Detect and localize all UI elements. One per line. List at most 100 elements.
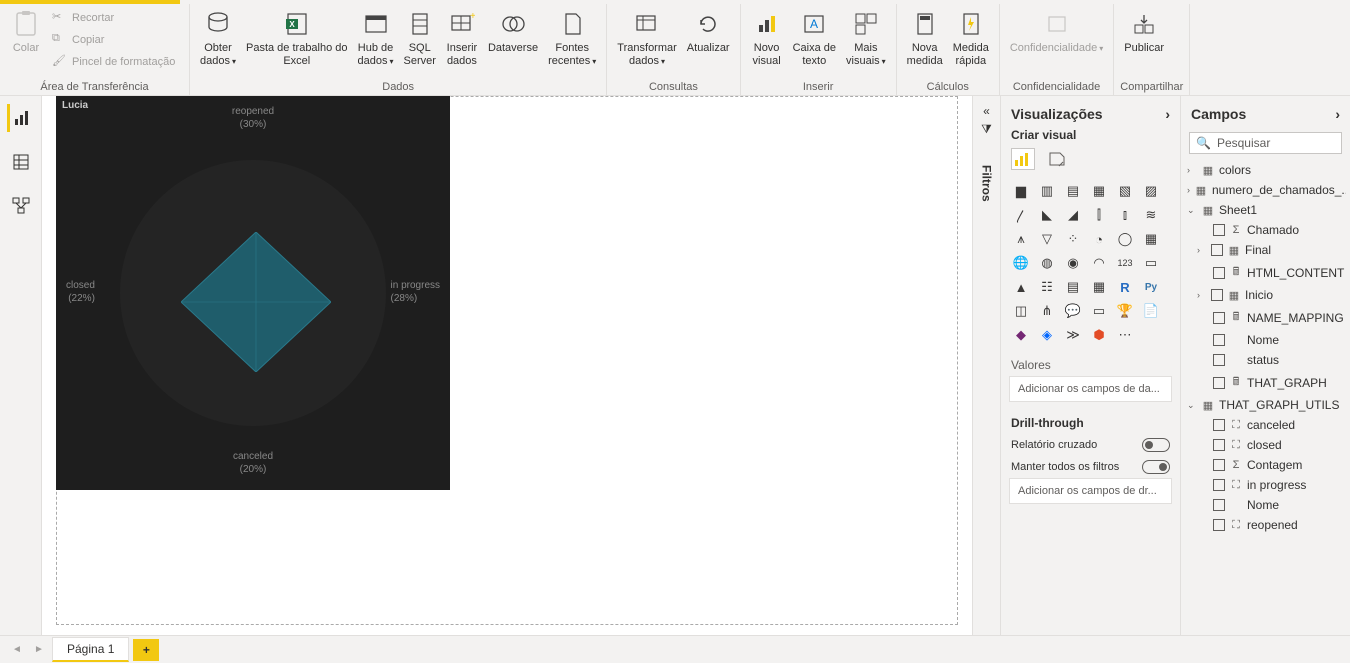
viz-qa[interactable]: 💬 bbox=[1061, 300, 1085, 322]
viz-pie[interactable]: ◔ bbox=[1087, 228, 1111, 250]
field-nome[interactable]: Nome bbox=[1185, 330, 1346, 350]
viz-python[interactable]: Py bbox=[1139, 276, 1163, 298]
data-view-button[interactable] bbox=[7, 148, 35, 176]
viz-funnel[interactable]: ▽ bbox=[1035, 228, 1059, 250]
field-status[interactable]: status bbox=[1185, 350, 1346, 370]
transform-data-button[interactable]: Transformardados bbox=[613, 6, 681, 69]
cross-report-toggle[interactable] bbox=[1142, 438, 1170, 452]
viz-r[interactable]: R bbox=[1113, 276, 1137, 298]
viz-more[interactable]: ⋯ bbox=[1113, 324, 1137, 346]
new-measure-button[interactable]: Novamedida bbox=[903, 6, 947, 69]
viz-treemap[interactable]: ▦ bbox=[1139, 228, 1163, 250]
viz-filled-map[interactable]: ◍ bbox=[1035, 252, 1059, 274]
radar-chart-visual[interactable]: Lucia reopened(30%) in progress(28%) can… bbox=[56, 96, 450, 490]
copy-button[interactable]: ⧉Copiar bbox=[48, 30, 179, 50]
viz-line-column[interactable]: ⫿ bbox=[1087, 204, 1111, 226]
enter-data-button[interactable]: +Inserirdados bbox=[442, 6, 482, 69]
viz-power-automate[interactable]: ◈ bbox=[1035, 324, 1059, 346]
recent-sources-button[interactable]: Fontesrecentes bbox=[544, 6, 600, 69]
field-canceled[interactable]: ⛶canceled bbox=[1185, 415, 1346, 435]
viz-line[interactable]: 〳 bbox=[1009, 204, 1033, 226]
build-visual-tab[interactable] bbox=[1011, 148, 1035, 170]
quick-measure-button[interactable]: Medidarápida bbox=[949, 6, 993, 69]
viz-paginated[interactable]: 📄 bbox=[1139, 300, 1163, 322]
radar-label-left: closed(22%) bbox=[66, 280, 95, 305]
data-hub-button[interactable]: Hub dedados bbox=[354, 6, 398, 69]
table-colors[interactable]: ›▦colors bbox=[1185, 160, 1346, 180]
viz-clustered-bar[interactable]: ▤ bbox=[1061, 180, 1085, 202]
viz-stacked-area[interactable]: ◢ bbox=[1061, 204, 1085, 226]
keep-filters-toggle[interactable] bbox=[1142, 460, 1170, 474]
viz-arcgis[interactable]: ≫ bbox=[1061, 324, 1085, 346]
viz-stacked-bar[interactable]: ▆ bbox=[1009, 180, 1033, 202]
viz-multi-card[interactable]: ▭ bbox=[1139, 252, 1163, 274]
viz-azure-map[interactable]: ◉ bbox=[1061, 252, 1085, 274]
quick-measure-icon bbox=[955, 8, 987, 40]
viz-matrix[interactable]: ▦ bbox=[1087, 276, 1111, 298]
table-that-graph-utils[interactable]: ⌄▦THAT_GRAPH_UTILS bbox=[1185, 395, 1346, 415]
viz-stacked-column[interactable]: ▥ bbox=[1035, 180, 1059, 202]
field-name-mapping[interactable]: 🖩NAME_MAPPING bbox=[1185, 305, 1346, 330]
new-visual-button[interactable]: Novovisual bbox=[747, 6, 787, 69]
drillthrough-dropzone[interactable]: Adicionar os campos de dr... bbox=[1009, 478, 1172, 504]
format-visual-tab[interactable] bbox=[1045, 148, 1069, 170]
viz-kpi[interactable]: ▲ bbox=[1009, 276, 1033, 298]
fields-search[interactable]: 🔍Pesquisar bbox=[1189, 132, 1342, 154]
chevron-right-icon[interactable]: › bbox=[1165, 106, 1170, 122]
format-painter-button[interactable]: 🖌Pincel de formatação bbox=[48, 52, 179, 72]
viz-area[interactable]: ◣ bbox=[1035, 204, 1059, 226]
viz-gauge[interactable]: ◠ bbox=[1087, 252, 1111, 274]
viz-narrative[interactable]: ▭ bbox=[1087, 300, 1111, 322]
chevron-right-icon[interactable]: › bbox=[1335, 106, 1340, 122]
report-view-button[interactable] bbox=[7, 104, 35, 132]
viz-slicer[interactable]: ☷ bbox=[1035, 276, 1059, 298]
values-dropzone[interactable]: Adicionar os campos de da... bbox=[1009, 376, 1172, 402]
viz-decomposition[interactable]: ⋔ bbox=[1035, 300, 1059, 322]
field-final[interactable]: ›▦Final bbox=[1185, 240, 1346, 260]
field-chamado[interactable]: ΣChamado bbox=[1185, 220, 1346, 240]
ribbon: Colar ✂Recortar ⧉Copiar 🖌Pincel de forma… bbox=[0, 4, 1350, 96]
viz-key-influencers[interactable]: ◫ bbox=[1009, 300, 1033, 322]
viz-donut[interactable]: ◯ bbox=[1113, 228, 1137, 250]
sql-server-button[interactable]: SQLServer bbox=[400, 6, 440, 69]
field-in-progress[interactable]: ⛶in progress bbox=[1185, 475, 1346, 495]
viz-power-apps[interactable]: ◆ bbox=[1009, 324, 1033, 346]
field-contagem[interactable]: ΣContagem bbox=[1185, 455, 1346, 475]
field-reopened[interactable]: ⛶reopened bbox=[1185, 515, 1346, 535]
get-data-button[interactable]: Obterdados bbox=[196, 6, 240, 69]
search-icon: 🔍 bbox=[1196, 136, 1211, 150]
table-sheet1[interactable]: ⌄▦Sheet1 bbox=[1185, 200, 1346, 220]
refresh-button[interactable]: Atualizar bbox=[683, 6, 734, 57]
field-inicio[interactable]: ›▦Inicio bbox=[1185, 285, 1346, 305]
viz-ribbon[interactable]: ≋ bbox=[1139, 204, 1163, 226]
viz-line-clustered[interactable]: ⫾ bbox=[1113, 204, 1137, 226]
field-closed[interactable]: ⛶closed bbox=[1185, 435, 1346, 455]
viz-100-bar[interactable]: ▧ bbox=[1113, 180, 1137, 202]
viz-clustered-column[interactable]: ▦ bbox=[1087, 180, 1111, 202]
excel-button[interactable]: XPasta de trabalho doExcel bbox=[242, 6, 352, 69]
svg-text:X: X bbox=[289, 20, 295, 29]
publish-button[interactable]: Publicar bbox=[1120, 6, 1168, 57]
report-canvas[interactable]: Lucia reopened(30%) in progress(28%) can… bbox=[42, 96, 972, 635]
paste-button[interactable]: Colar bbox=[6, 6, 46, 57]
table-numero[interactable]: ›▦numero_de_chamados_... bbox=[1185, 180, 1346, 200]
sensitivity-button[interactable]: Confidencialidade bbox=[1006, 6, 1107, 57]
viz-goals[interactable]: 🏆 bbox=[1113, 300, 1137, 322]
viz-scatter[interactable]: ⁘ bbox=[1061, 228, 1085, 250]
field-html-content[interactable]: 🖩HTML_CONTENT bbox=[1185, 260, 1346, 285]
field-that-graph[interactable]: 🖩THAT_GRAPH bbox=[1185, 370, 1346, 395]
radar-label-top: reopened(30%) bbox=[56, 106, 450, 131]
dataverse-button[interactable]: Dataverse bbox=[484, 6, 542, 57]
more-visuals-button[interactable]: Maisvisuais bbox=[842, 6, 890, 69]
viz-card[interactable]: 123 bbox=[1113, 252, 1137, 274]
text-box-button[interactable]: ACaixa detexto bbox=[789, 6, 840, 69]
viz-html[interactable]: ⬢ bbox=[1087, 324, 1111, 346]
viz-map[interactable]: 🌐 bbox=[1009, 252, 1033, 274]
viz-100-column[interactable]: ▨ bbox=[1139, 180, 1163, 202]
model-view-button[interactable] bbox=[7, 192, 35, 220]
filters-pane-collapsed[interactable]: « ⧩ Filtros bbox=[972, 96, 1000, 635]
viz-waterfall[interactable]: ⩚ bbox=[1009, 228, 1033, 250]
field-nome2[interactable]: Nome bbox=[1185, 495, 1346, 515]
cut-button[interactable]: ✂Recortar bbox=[48, 8, 179, 28]
viz-table[interactable]: ▤ bbox=[1061, 276, 1085, 298]
